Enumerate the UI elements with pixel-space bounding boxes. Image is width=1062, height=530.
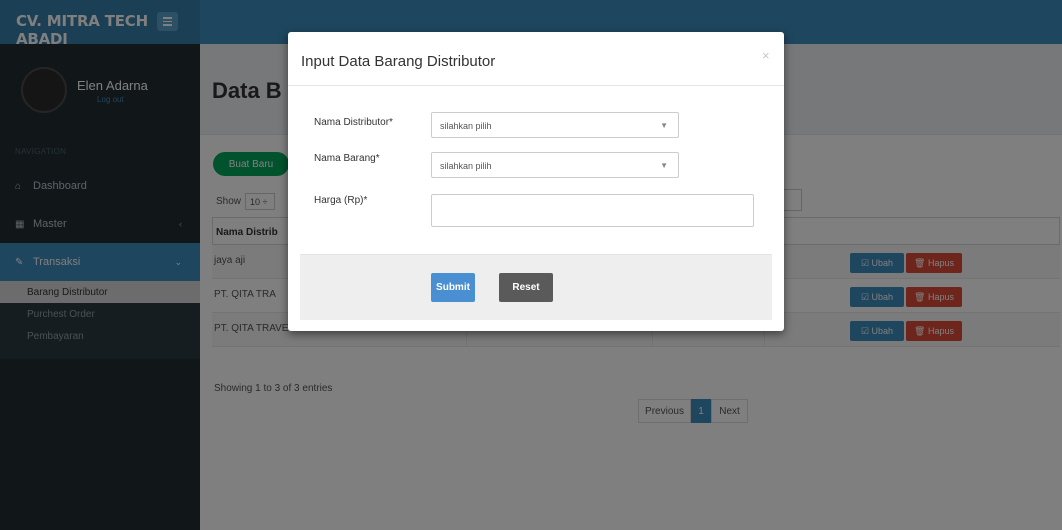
price-label: Harga (Rp)* [314, 195, 368, 206]
chevron-down-icon: ▼ [660, 161, 668, 170]
modal-header: Input Data Barang Distributor × [288, 32, 784, 86]
input-modal: Input Data Barang Distributor × Nama Dis… [288, 32, 784, 331]
reset-button[interactable]: Reset [499, 273, 553, 302]
distributor-label: Nama Distributor* [314, 117, 393, 128]
modal-title: Input Data Barang Distributor [301, 53, 496, 70]
item-select[interactable]: silahkan pilih ▼ [431, 152, 679, 178]
distributor-select[interactable]: silahkan pilih ▼ [431, 112, 679, 138]
chevron-down-icon: ▼ [660, 121, 668, 130]
price-input[interactable] [431, 194, 754, 227]
distributor-select-value: silahkan pilih [440, 121, 492, 131]
item-label: Nama Barang* [314, 153, 380, 164]
modal-footer: Submit Reset [300, 254, 772, 320]
close-icon[interactable]: × [762, 48, 770, 63]
item-select-value: silahkan pilih [440, 161, 492, 171]
submit-button[interactable]: Submit [431, 273, 475, 302]
